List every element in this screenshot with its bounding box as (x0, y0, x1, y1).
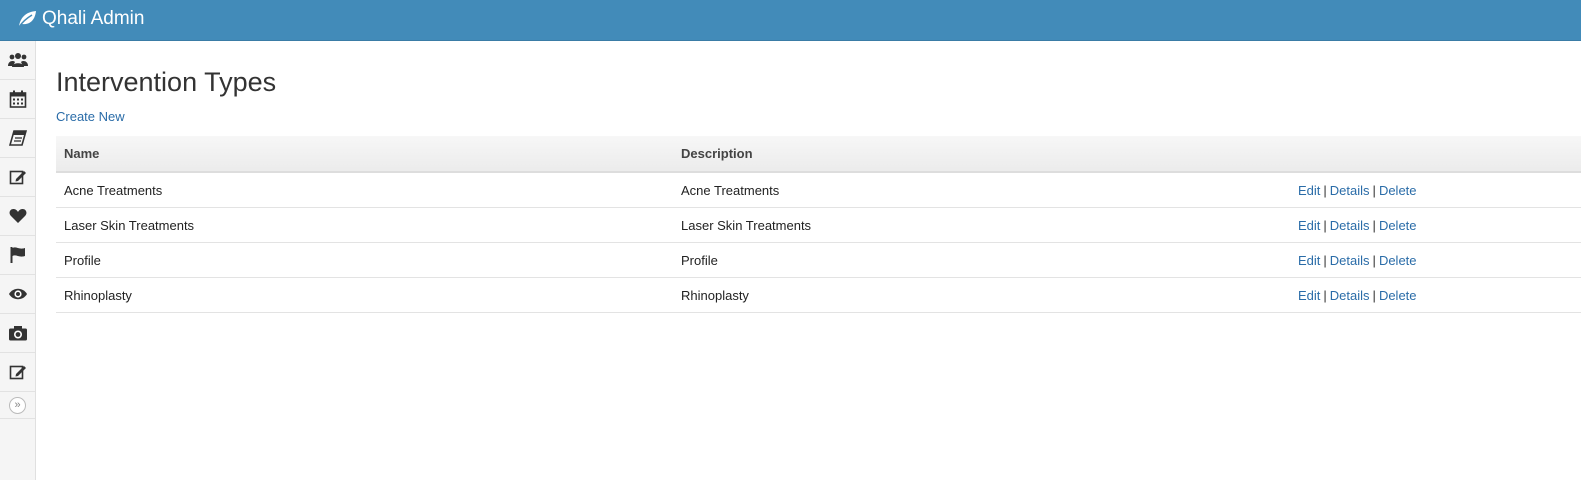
eye-icon (8, 288, 27, 300)
separator: | (1323, 287, 1327, 303)
camera-icon (8, 326, 27, 341)
table-header-row: Name Description (56, 136, 1581, 173)
column-header-description: Description (673, 136, 1290, 173)
double-chevron-right-icon: » (9, 396, 26, 414)
users-icon (7, 53, 28, 67)
sidebar-item-heart[interactable] (0, 197, 35, 236)
sidebar-item-eye[interactable] (0, 275, 35, 314)
separator: | (1323, 217, 1327, 233)
leaf-icon (18, 11, 36, 28)
flag-icon (10, 247, 25, 263)
sidebar-item-camera[interactable] (0, 314, 35, 353)
cell-name: Rhinoplasty (56, 277, 673, 313)
sidebar-item-users[interactable] (0, 41, 35, 80)
create-new-link[interactable]: Create New (56, 109, 125, 124)
edit-link[interactable]: Edit (1298, 288, 1320, 303)
page-title: Intervention Types (56, 67, 277, 97)
cell-name: Laser Skin Treatments (56, 207, 673, 243)
table-row: Laser Skin Treatments Laser Skin Treatme… (56, 207, 1581, 243)
edit-link[interactable]: Edit (1298, 218, 1320, 233)
separator: | (1323, 252, 1327, 268)
table-row: Acne Treatments Acne Treatments Edit | Det… (56, 172, 1581, 208)
cell-description: Laser Skin Treatments (673, 207, 1290, 243)
edit-icon (9, 365, 26, 380)
separator: | (1372, 217, 1376, 233)
intervention-types-table: Name Description Acne Treatments Acne Tr… (56, 136, 1581, 313)
heart-icon (9, 208, 26, 223)
cell-description: Rhinoplasty (673, 277, 1290, 313)
details-link[interactable]: Details (1330, 218, 1370, 233)
separator: | (1372, 252, 1376, 268)
column-header-name: Name (56, 136, 673, 173)
brand-link[interactable]: Qhali Admin (17, 6, 144, 32)
separator: | (1323, 182, 1327, 198)
cell-description: Acne Treatments (673, 172, 1290, 208)
details-link[interactable]: Details (1330, 183, 1370, 198)
sidebar-collapse-button[interactable]: » (0, 392, 35, 419)
column-header-actions (1290, 136, 1581, 173)
edit-link[interactable]: Edit (1298, 253, 1320, 268)
sidebar-item-flag[interactable] (0, 236, 35, 275)
delete-link[interactable]: Delete (1379, 288, 1417, 303)
top-navbar: Qhali Admin (0, 0, 1581, 41)
cell-name: Acne Treatments (56, 172, 673, 208)
sidebar-item-calendar[interactable] (0, 80, 35, 119)
cell-name: Profile (56, 242, 673, 278)
sidebar: » (0, 41, 36, 480)
calendar-icon (9, 90, 26, 108)
sidebar-item-edit[interactable] (0, 158, 35, 197)
cell-actions: Edit | Details | Delete (1290, 172, 1581, 208)
book-icon (8, 130, 27, 146)
brand-title: Qhali Admin (42, 8, 145, 29)
separator: | (1372, 287, 1376, 303)
sidebar-item-book[interactable] (0, 119, 35, 158)
table-row: Profile Profile Edit | Details | Delete (56, 242, 1581, 278)
delete-link[interactable]: Delete (1379, 253, 1417, 268)
edit-icon (9, 170, 26, 185)
delete-link[interactable]: Delete (1379, 218, 1417, 233)
cell-actions: Edit | Details | Delete (1290, 242, 1581, 278)
details-link[interactable]: Details (1330, 288, 1370, 303)
separator: | (1372, 182, 1376, 198)
cell-description: Profile (673, 242, 1290, 278)
table-row: Rhinoplasty Rhinoplasty Edit | Details | Del… (56, 277, 1581, 313)
cell-actions: Edit | Details | Delete (1290, 207, 1581, 243)
delete-link[interactable]: Delete (1379, 183, 1417, 198)
cell-actions: Edit | Details | Delete (1290, 277, 1581, 313)
details-link[interactable]: Details (1330, 253, 1370, 268)
sidebar-item-edit-2[interactable] (0, 353, 35, 392)
edit-link[interactable]: Edit (1298, 183, 1320, 198)
